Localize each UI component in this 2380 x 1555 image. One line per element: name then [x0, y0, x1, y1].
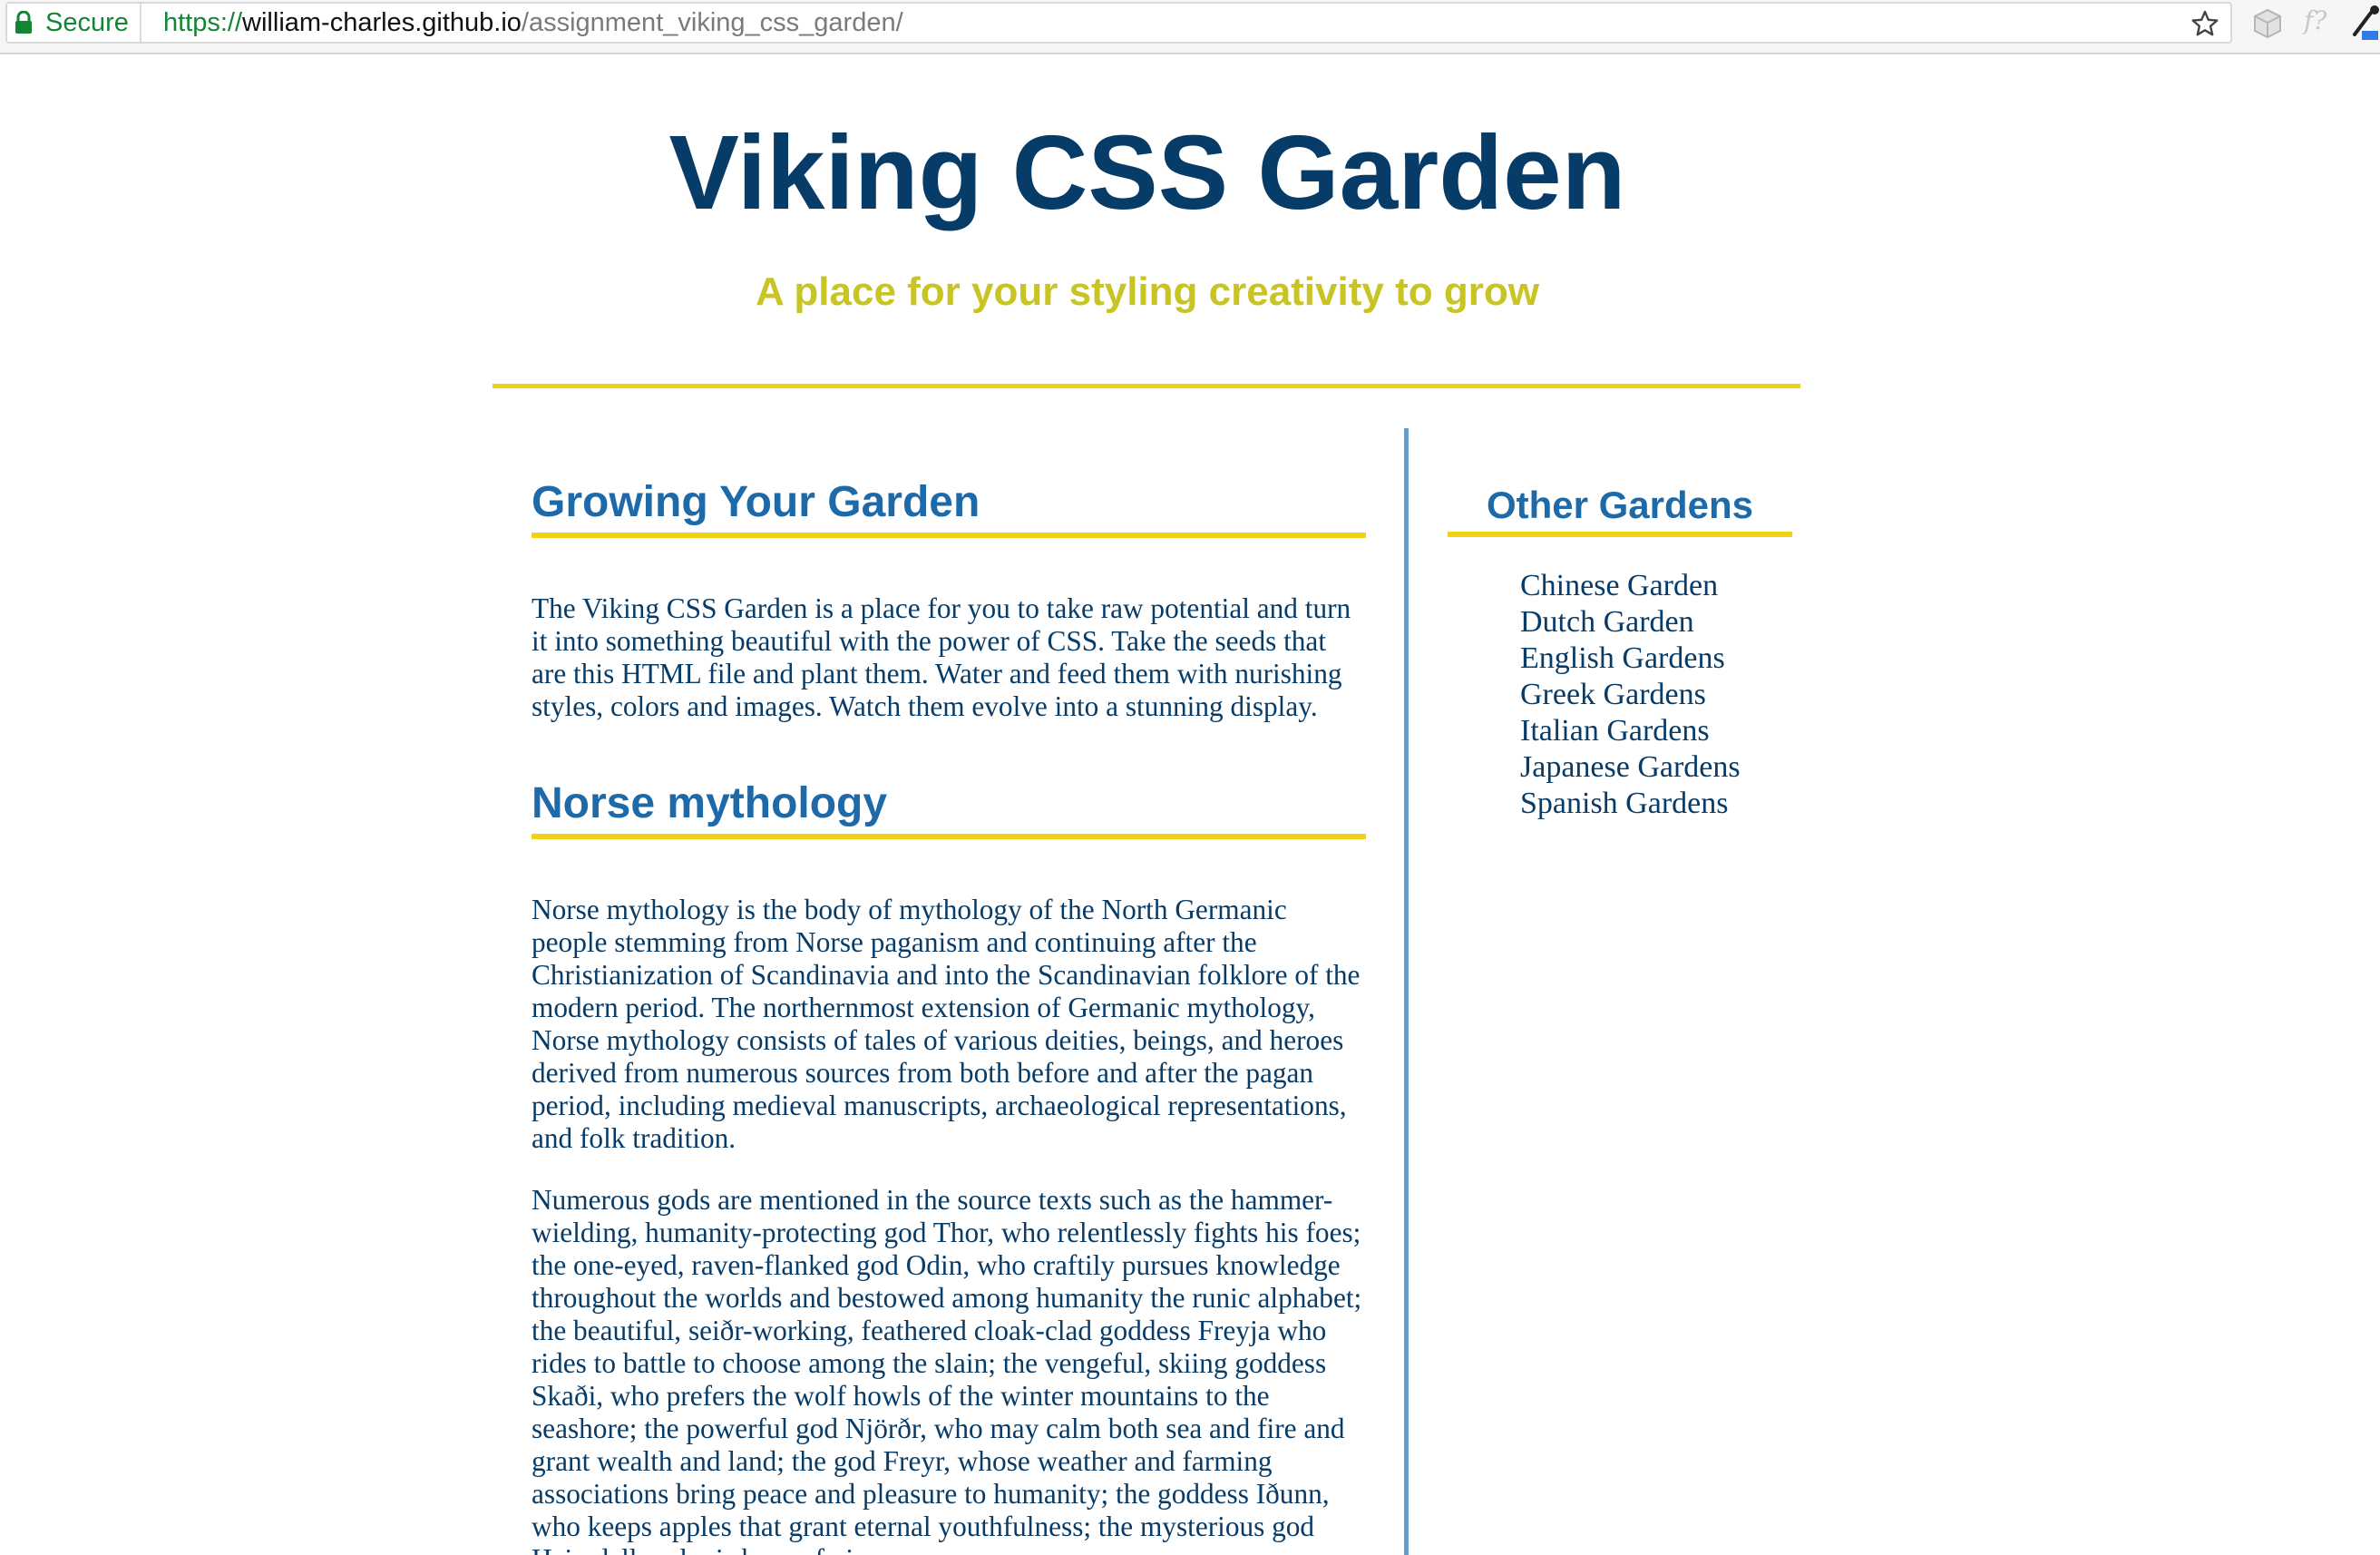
lock-icon	[15, 11, 32, 34]
section-paragraph: Norse mythology is the body of mythology…	[532, 894, 1361, 1154]
url-scheme: https://	[163, 7, 243, 37]
garden-link-italian[interactable]: Italian Gardens	[1520, 713, 1792, 749]
bookmark-star-icon[interactable]	[2190, 9, 2219, 38]
garden-link-english[interactable]: English Gardens	[1520, 641, 1792, 677]
section-heading-growing-your-garden: Growing Your Garden	[532, 476, 1366, 538]
column-divider	[1404, 428, 1409, 1555]
url-path: /assignment_viking_css_garden/	[521, 7, 903, 37]
address-bar[interactable]: Secure https://william-charles.github.io…	[5, 2, 2232, 44]
garden-link-japanese[interactable]: Japanese Gardens	[1520, 749, 1792, 786]
garden-link-chinese[interactable]: Chinese Garden	[1520, 568, 1792, 604]
secure-label: Secure	[45, 7, 129, 37]
site-tagline: A place for your styling creativity to g…	[756, 269, 1539, 314]
garden-link-dutch[interactable]: Dutch Garden	[1520, 604, 1792, 641]
section-paragraph: Numerous gods are mentioned in the sourc…	[532, 1184, 1362, 1555]
garden-link-spanish[interactable]: Spanish Gardens	[1520, 786, 1792, 822]
page-content: Viking CSS Garden A place for your styli…	[0, 54, 2380, 1555]
other-gardens-list: Chinese Garden Dutch Garden English Gard…	[1448, 568, 1792, 822]
url-host: william-charles.github.io	[242, 7, 522, 37]
garden-link-greek[interactable]: Greek Gardens	[1520, 677, 1792, 713]
extension-cube-icon[interactable]	[2251, 7, 2284, 40]
header-divider	[493, 384, 1800, 388]
security-indicator[interactable]: Secure	[15, 4, 141, 42]
extension-eyedropper-icon[interactable]	[2349, 4, 2380, 40]
browser-toolbar: Secure https://william-charles.github.io…	[0, 0, 2380, 54]
sidebar: Other Gardens Chinese Garden Dutch Garde…	[1448, 483, 1792, 822]
section-paragraph: The Viking CSS Garden is a place for you…	[532, 592, 1351, 722]
url-text[interactable]: https://william-charles.github.io/assign…	[163, 4, 903, 42]
site-title: Viking CSS Garden	[668, 113, 1626, 231]
extension-function-icon[interactable]: f?	[2304, 5, 2336, 38]
sidebar-heading: Other Gardens	[1448, 483, 1792, 537]
main-column: Growing Your Garden The Viking CSS Garde…	[532, 476, 1366, 1555]
section-heading-norse-mythology: Norse mythology	[532, 778, 1366, 839]
